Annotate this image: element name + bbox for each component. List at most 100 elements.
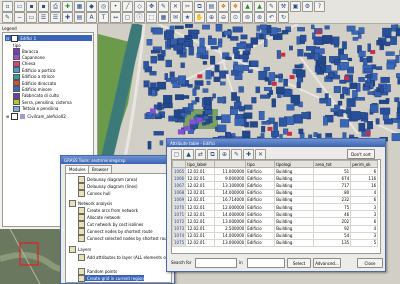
pan-icon[interactable]: ✋ bbox=[194, 12, 205, 23]
expand-icon[interactable]: ⊟ bbox=[6, 36, 9, 41]
label-icon[interactable]: A bbox=[86, 12, 97, 23]
map-tips-icon[interactable]: ✉ bbox=[170, 12, 181, 23]
open-table-icon[interactable]: ▦ bbox=[158, 12, 169, 23]
bookmark-icon[interactable]: ★ bbox=[182, 12, 193, 23]
select-button[interactable]: Select bbox=[287, 258, 311, 268]
plugin-icon[interactable]: ⚙ bbox=[302, 1, 313, 12]
grass-module-group[interactable]: Network analysis bbox=[69, 199, 112, 207]
copy-icon[interactable]: ⧉ bbox=[194, 1, 205, 12]
table-row[interactable]: 1074 12.02.01 14.000000 Edificio Building 54 3 bbox=[172, 231, 379, 240]
grass-module-item[interactable]: Delaunay diagram (area) bbox=[78, 175, 137, 183]
table-row[interactable]: 1066 12.02.01 9.000000 Edificio Building 674 1… bbox=[172, 174, 379, 183]
grass-module-item[interactable]: Add attributes to layer (ALL elements of… bbox=[78, 253, 171, 261]
zoom-out-icon[interactable]: ⊖ bbox=[218, 12, 229, 23]
new-project-icon[interactable]: ▫ bbox=[2, 1, 13, 12]
grass-open-mapset-icon[interactable]: ❖ bbox=[218, 1, 229, 12]
show-all-icon[interactable]: ☰ bbox=[38, 12, 49, 23]
grass-vector-icon[interactable]: ▲ bbox=[242, 1, 253, 12]
open-project-icon[interactable]: ▭ bbox=[14, 1, 25, 12]
row-header[interactable]: 1074 bbox=[172, 231, 187, 240]
checkbox-icon[interactable] bbox=[11, 112, 19, 120]
dont-sort-button[interactable]: Don't sort bbox=[347, 149, 375, 159]
zoom-in-icon[interactable]: ⊕ bbox=[206, 12, 217, 23]
hide-all-icon[interactable]: ☰ bbox=[50, 12, 61, 23]
table-row[interactable]: 1067 12.02.01 13.100000 Edificio Building 717… bbox=[172, 181, 379, 190]
row-header[interactable]: 1067 bbox=[172, 181, 187, 190]
add-wms-icon[interactable]: ◎ bbox=[98, 1, 109, 12]
grass-module-item[interactable]: Connect nodes by shortest route bbox=[78, 227, 153, 235]
row-header[interactable]: 1068 bbox=[172, 188, 187, 197]
grass-module-item[interactable]: Random points bbox=[78, 267, 117, 275]
capture-polygon-icon[interactable]: ◇ bbox=[134, 1, 145, 12]
add-layer-icon[interactable]: ✚ bbox=[62, 12, 73, 23]
grass-module-item[interactable]: Convex hull bbox=[78, 189, 110, 197]
grass-module-item[interactable]: Connect selected nodes by shortest route bbox=[78, 234, 171, 242]
grass-module-item[interactable]: Delaunay diagram (lines) bbox=[78, 182, 138, 190]
grass-tools-icon[interactable]: ⚒ bbox=[278, 1, 289, 12]
delete-icon[interactable]: ✕ bbox=[170, 1, 181, 12]
column-header[interactable] bbox=[214, 160, 247, 168]
table-row[interactable]: 1070 12.02.01 12.000000 Edificio Building 75 3 bbox=[172, 202, 379, 212]
save-project-icon[interactable]: ▪ bbox=[26, 1, 37, 12]
annotation-icon[interactable]: T bbox=[98, 12, 109, 23]
add-postgis-icon[interactable]: ◆ bbox=[86, 1, 97, 12]
select-icon[interactable]: ⬚ bbox=[146, 12, 157, 23]
row-header[interactable]: 1066 bbox=[172, 174, 187, 183]
capture-line-icon[interactable]: ╱ bbox=[122, 1, 133, 12]
other-layer-row[interactable]: ⊞ Civilcam_aleficio02 bbox=[6, 112, 66, 120]
row-header[interactable]: 1070 bbox=[172, 202, 187, 212]
measure-area-icon[interactable]: ▢ bbox=[122, 12, 133, 23]
column-header[interactable]: tipo_label bbox=[185, 160, 216, 168]
table-row[interactable]: 1065 12.02.01 11.000000 Edificio Building 51 6 bbox=[172, 166, 379, 176]
tab-browser[interactable]: Browser bbox=[88, 165, 113, 173]
toggle-editing-icon[interactable]: ✎ bbox=[2, 12, 13, 23]
grass-edit-icon[interactable]: ✎ bbox=[266, 1, 277, 12]
move-feature-icon[interactable]: ✥ bbox=[146, 1, 157, 12]
column-header[interactable]: tipologi bbox=[274, 160, 315, 168]
refresh-icon[interactable]: ↻ bbox=[278, 12, 289, 23]
capture-point-icon[interactable]: • bbox=[110, 1, 121, 12]
vertex-tool-icon[interactable]: ✎ bbox=[158, 1, 169, 12]
table-row[interactable]: 1075 12.02.01 13.000000 Edificio Building 135… bbox=[172, 238, 379, 248]
attr-dialog-titlebar[interactable]: Attribute table - Edifici bbox=[167, 139, 385, 147]
paste-icon[interactable]: ▤ bbox=[206, 1, 217, 12]
zoom-selection-icon[interactable]: ⊛ bbox=[254, 12, 265, 23]
identify-icon[interactable]: ⓘ bbox=[134, 12, 145, 23]
row-header[interactable]: 1065 bbox=[172, 166, 187, 176]
grass-module-tree[interactable]: Delaunay diagram (area) Delaunay diagram … bbox=[65, 173, 172, 283]
row-header[interactable]: 1072 bbox=[172, 217, 187, 226]
grass-module-item[interactable]: Cut network by cost isolines bbox=[78, 220, 143, 228]
layer-props-icon[interactable]: ▤ bbox=[74, 12, 85, 23]
print-icon[interactable]: ⎙ bbox=[50, 1, 61, 12]
help-icon[interactable]: ? bbox=[314, 1, 325, 12]
add-raster-icon[interactable]: ▦ bbox=[74, 1, 85, 12]
search-input[interactable] bbox=[195, 258, 237, 268]
row-header[interactable]: 1073 bbox=[172, 224, 187, 233]
table-row[interactable]: 1073 12.02.01 2.500000 Edificio Building 92 4 bbox=[172, 224, 379, 233]
row-header[interactable]: 1069 bbox=[172, 195, 187, 204]
close-button[interactable]: Close bbox=[357, 258, 383, 268]
add-vector-icon[interactable]: ✚ bbox=[62, 1, 73, 12]
grass-new-mapset-icon[interactable]: ❖ bbox=[230, 1, 241, 12]
grass-module-item[interactable]: Allocate network bbox=[78, 213, 121, 221]
expand-icon[interactable]: ⊞ bbox=[6, 114, 9, 119]
advanced-search-button[interactable]: Advanced... bbox=[313, 258, 341, 268]
row-header[interactable]: 1075 bbox=[172, 238, 187, 248]
table-row[interactable]: 1071 12.02.01 14.000000 Edificio Building 46 3 bbox=[172, 210, 379, 219]
attribute-table[interactable]: tipo_label tipo tipologi area_tot perim_… bbox=[171, 159, 381, 254]
grass-raster-icon[interactable]: ▲ bbox=[254, 1, 265, 12]
grass-module-group[interactable]: Layers bbox=[69, 245, 91, 253]
remove-layer-icon[interactable]: − bbox=[14, 12, 25, 23]
grass-module-item[interactable]: Create grid in current region bbox=[78, 274, 144, 282]
overview-icon[interactable]: ▭ bbox=[26, 12, 37, 23]
checkbox-icon[interactable] bbox=[11, 34, 19, 42]
measure-line-icon[interactable]: ↔ bbox=[110, 12, 121, 23]
column-header[interactable]: tipo bbox=[245, 160, 276, 168]
field-select[interactable] bbox=[247, 258, 285, 268]
table-row[interactable]: 1069 12.02.01 16.714000 Edificio Building 232… bbox=[172, 195, 379, 204]
row-header[interactable]: 1071 bbox=[172, 210, 187, 219]
grass-module-item[interactable]: Create arcs from network bbox=[78, 206, 138, 214]
column-header[interactable]: perim_ok bbox=[350, 160, 379, 168]
tab-modules[interactable]: Modules bbox=[65, 165, 90, 173]
table-row[interactable]: 1072 12.02.01 13.000000 Edificio Building 202… bbox=[172, 217, 379, 226]
